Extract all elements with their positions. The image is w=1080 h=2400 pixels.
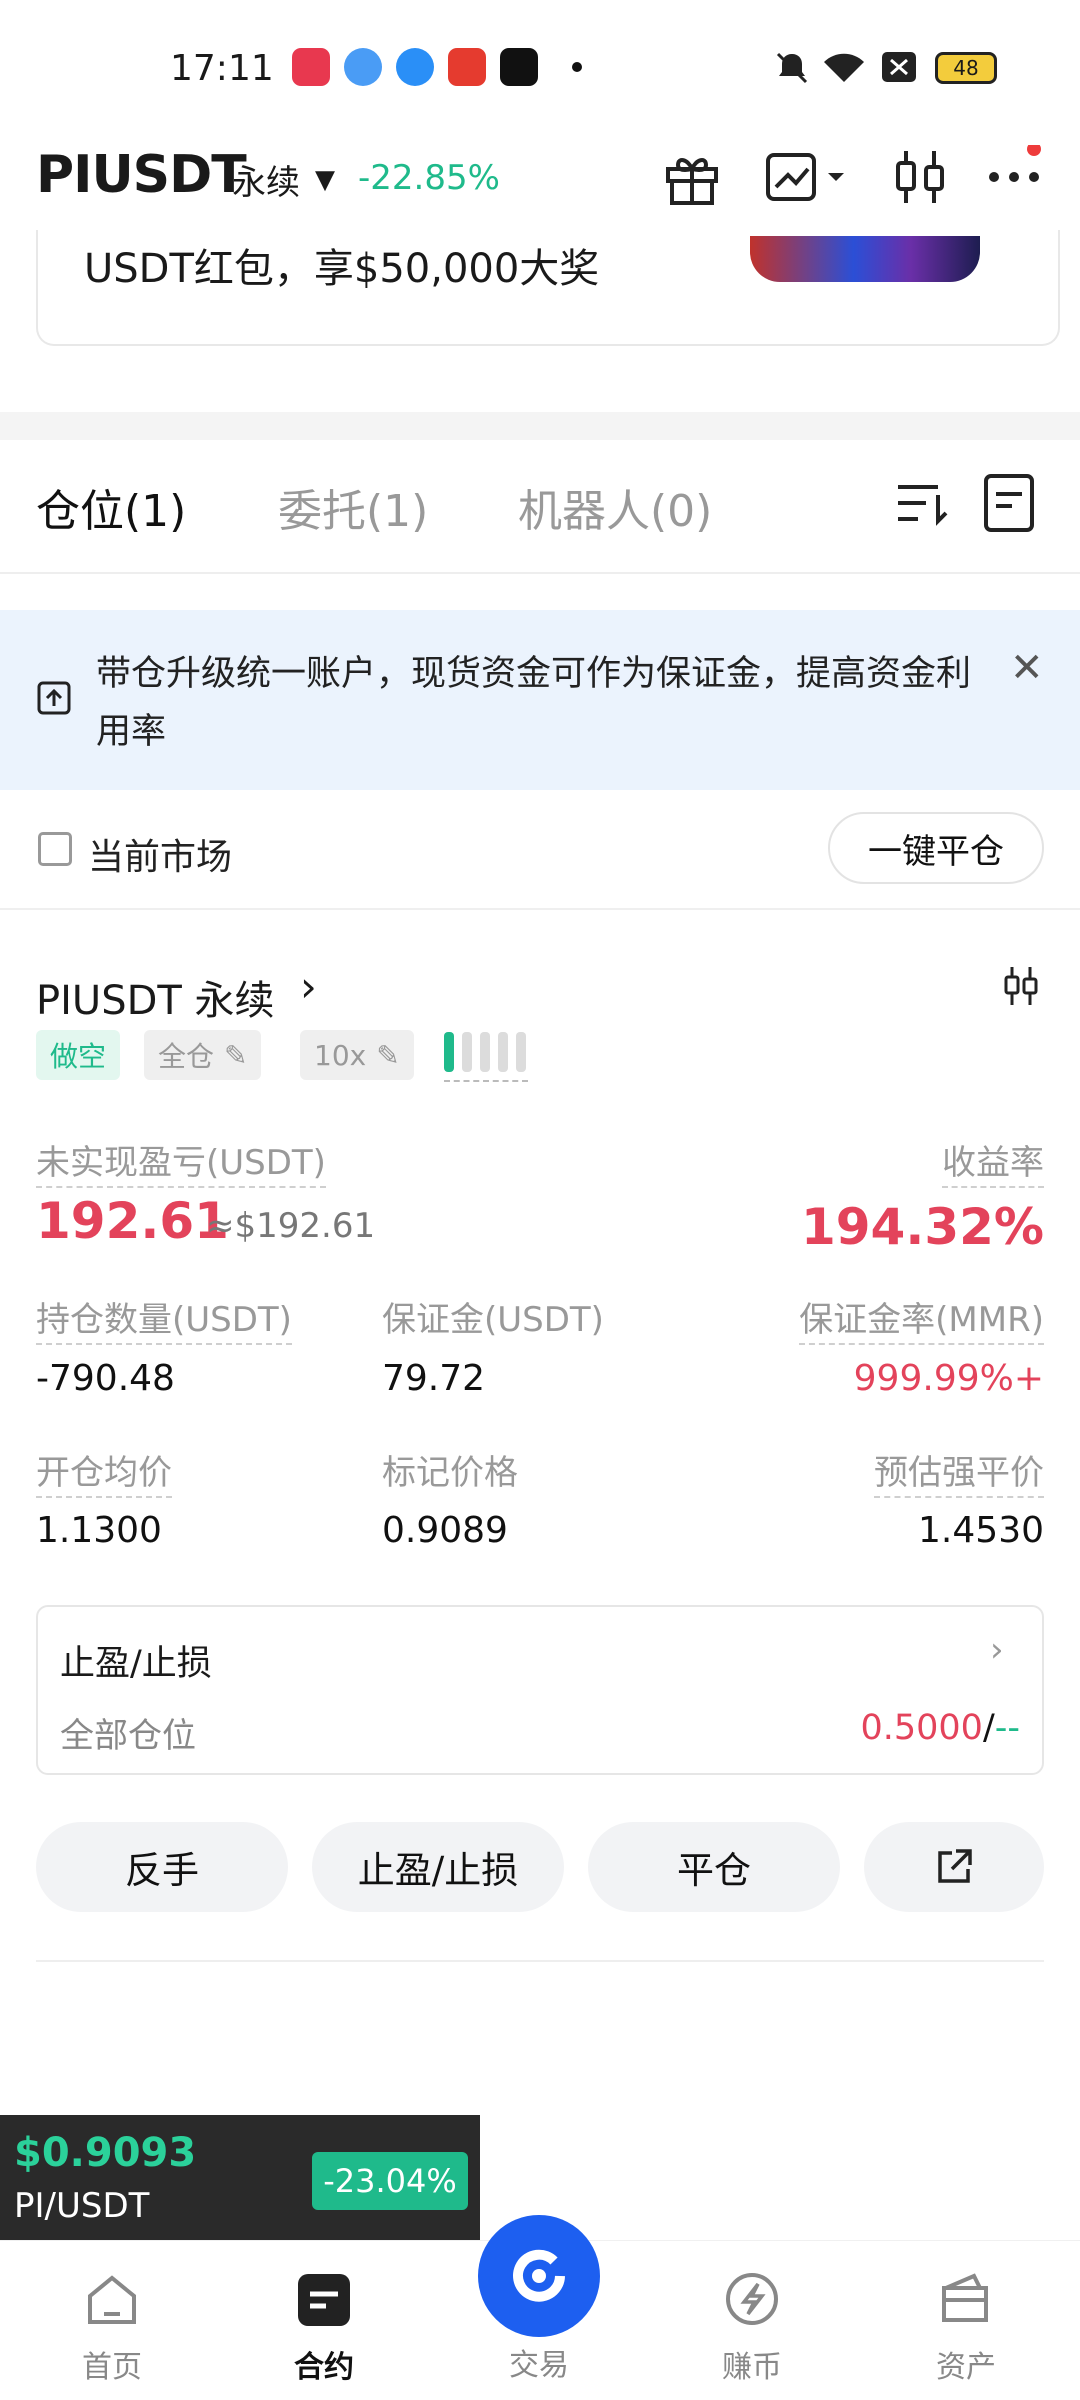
position-size-value: -790.48 xyxy=(36,1358,175,1399)
liq-price-value: 1.4530 xyxy=(918,1510,1044,1551)
tpsl-button[interactable]: 止盈/止损 xyxy=(312,1822,564,1912)
mark-price-label: 标记价格 xyxy=(382,1453,518,1493)
sim-off-icon xyxy=(882,52,916,82)
stop-loss-value: -- xyxy=(994,1708,1020,1748)
tab-bots[interactable]: 机器人(0) xyxy=(518,475,712,539)
symbol-title[interactable]: PIUSDT xyxy=(36,145,247,205)
nav-earn[interactable]: 赚币 xyxy=(692,2270,812,2386)
contract-icon xyxy=(298,2274,350,2326)
mmr-label[interactable]: 保证金率(MMR) xyxy=(799,1292,1044,1345)
divider xyxy=(0,908,1080,910)
nav-contract[interactable]: 合约 xyxy=(264,2270,384,2386)
promo-banner-image xyxy=(750,236,980,282)
tpsl-title: 止盈/止损 xyxy=(60,1644,212,1684)
nav-label: 首页 xyxy=(82,2350,142,2385)
nav-label[interactable]: 交易 xyxy=(478,2340,600,2384)
tpsl-values: 0.5000/-- xyxy=(860,1708,1020,1748)
status-time: 17:11 xyxy=(170,48,274,89)
roe-value: 194.32% xyxy=(800,1198,1044,1256)
risk-bar xyxy=(480,1032,490,1072)
ticker-pair: PI/USDT xyxy=(14,2186,150,2226)
history-icon[interactable] xyxy=(980,472,1040,534)
risk-bar xyxy=(498,1032,508,1072)
tab-positions[interactable]: 仓位(1) xyxy=(36,475,186,539)
edit-icon: ✎ xyxy=(224,1038,248,1072)
close-position-button[interactable]: 平仓 xyxy=(588,1822,840,1912)
reverse-button[interactable]: 反手 xyxy=(36,1822,288,1912)
margin-mode-tag[interactable]: 全仓 ✎ xyxy=(144,1030,262,1080)
promo-banner-text: USDT红包，享$50,000大奖 xyxy=(84,246,600,292)
mute-icon xyxy=(776,52,808,84)
section-gap xyxy=(0,412,1080,440)
margin-label: 保证金(USDT) xyxy=(382,1300,604,1340)
notification-app-icon xyxy=(292,48,330,86)
side-tag: 做空 xyxy=(36,1030,121,1080)
more-notifications-dot xyxy=(572,62,582,72)
entry-price-label[interactable]: 开仓均价 xyxy=(36,1445,172,1498)
leverage-label: 10x xyxy=(314,1038,367,1072)
current-market-label[interactable]: 当前市场 xyxy=(88,828,232,880)
nav-trade[interactable] xyxy=(478,2215,600,2337)
divider xyxy=(36,1960,1044,1962)
notification-app-icon xyxy=(448,48,486,86)
price-change: -22.85% xyxy=(358,158,500,198)
tab-orders[interactable]: 委托(1) xyxy=(278,475,428,539)
notification-app-icon xyxy=(500,48,538,86)
ticker-price: $0.9093 xyxy=(14,2130,197,2176)
take-profit-value: 0.5000 xyxy=(860,1708,983,1748)
divider xyxy=(0,572,1080,574)
chevron-right-icon[interactable]: › xyxy=(300,962,317,1011)
trade-icon xyxy=(513,2249,565,2302)
nav-label: 赚币 xyxy=(722,2350,782,2385)
nav-label: 合约 xyxy=(294,2350,354,2385)
home-icon xyxy=(88,2275,136,2324)
upgrade-icon xyxy=(37,681,71,715)
close-icon[interactable]: ✕ xyxy=(1010,645,1044,691)
upgrade-info-text: 带仓升级统一账户，现货资金可作为保证金，提高资金利用率 xyxy=(96,654,972,752)
margin-value: 79.72 xyxy=(382,1358,486,1399)
ticker-change: -23.04% xyxy=(312,2152,468,2210)
mmr-value: 999.99%+ xyxy=(853,1358,1044,1399)
current-market-checkbox[interactable] xyxy=(38,832,72,866)
share-icon xyxy=(938,1849,972,1883)
nav-assets[interactable]: 资产 xyxy=(906,2270,1026,2386)
tpsl-scope: 全部仓位 xyxy=(60,1716,196,1756)
close-all-button[interactable]: 一键平仓 xyxy=(828,812,1044,884)
notification-app-icon xyxy=(344,48,382,86)
sort-icon[interactable] xyxy=(894,475,950,531)
contract-type[interactable]: 永续 xyxy=(232,155,300,204)
risk-bar xyxy=(516,1032,526,1072)
more-icon[interactable] xyxy=(984,145,1048,209)
notification-app-icon xyxy=(396,48,434,86)
chart-dropdown-icon[interactable] xyxy=(762,145,852,209)
wifi-icon xyxy=(824,53,864,82)
battery-indicator: 48 xyxy=(935,52,997,84)
mark-price-value: 0.9089 xyxy=(382,1510,508,1551)
unrealized-pnl-usd: ≈$192.61 xyxy=(206,1206,376,1246)
candlestick-icon[interactable] xyxy=(888,145,952,209)
edit-icon: ✎ xyxy=(376,1038,400,1072)
chevron-right-icon[interactable]: › xyxy=(990,1630,1004,1670)
unrealized-pnl-label[interactable]: 未实现盈亏(USDT) xyxy=(36,1135,326,1188)
liq-price-label[interactable]: 预估强平价 xyxy=(874,1445,1044,1498)
candlestick-icon[interactable] xyxy=(1000,965,1042,1007)
risk-bar xyxy=(444,1032,454,1072)
nav-home[interactable]: 首页 xyxy=(52,2270,172,2386)
risk-level-indicator[interactable] xyxy=(444,1030,528,1082)
unrealized-pnl-value: 192.61 xyxy=(36,1192,229,1250)
margin-mode-label: 全仓 xyxy=(158,1040,215,1073)
roe-label[interactable]: 收益率 xyxy=(942,1135,1044,1188)
nav-label: 资产 xyxy=(936,2350,996,2385)
share-button[interactable] xyxy=(864,1822,1044,1912)
entry-price-value: 1.1300 xyxy=(36,1510,162,1551)
leverage-tag[interactable]: 10x ✎ xyxy=(300,1030,414,1080)
position-size-label[interactable]: 持仓数量(USDT) xyxy=(36,1292,292,1345)
risk-bar xyxy=(462,1032,472,1072)
wallet-icon xyxy=(942,2273,988,2322)
chevron-down-icon[interactable]: ▼ xyxy=(315,165,335,195)
gift-icon[interactable] xyxy=(660,145,724,209)
position-symbol[interactable]: PIUSDT 永续 xyxy=(36,968,275,1026)
earn-icon xyxy=(726,2273,778,2325)
